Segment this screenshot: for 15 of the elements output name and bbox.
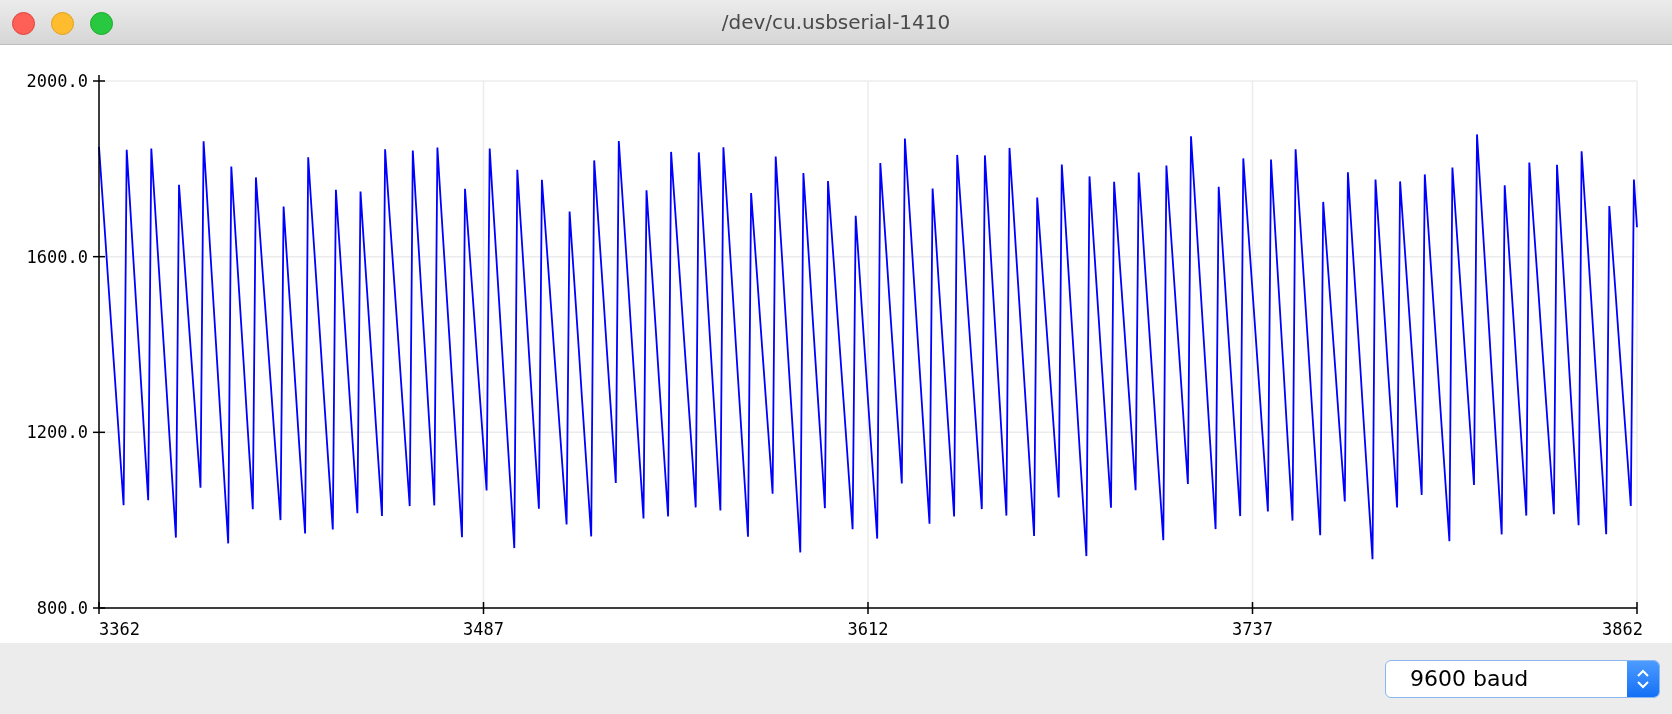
tick-label: 3487 [463, 619, 504, 639]
tick-label: 3362 [99, 619, 140, 639]
tick-label: 3737 [1232, 619, 1273, 639]
window-title: /dev/cu.usbserial-1410 [721, 10, 951, 34]
tick-label: 3862 [1602, 619, 1643, 639]
tick-label: 1200.0 [26, 422, 88, 443]
tick-label: 1600.0 [26, 246, 88, 267]
tick-label: 3612 [847, 619, 889, 639]
zoom-button[interactable] [90, 12, 113, 35]
tick-label: 2000.0 [26, 71, 88, 91]
tick-label: 800.0 [36, 598, 88, 618]
stepper-arrows-icon [1627, 660, 1659, 697]
close-button[interactable] [12, 12, 35, 35]
minimize-button[interactable] [51, 12, 74, 35]
baud-rate-dropdown[interactable]: 9600 baud [1385, 659, 1660, 698]
